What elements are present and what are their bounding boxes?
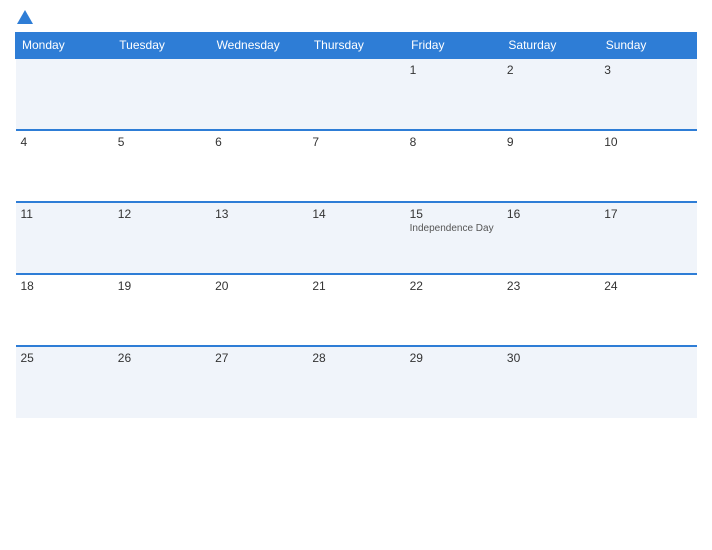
calendar-cell: 2 [502,58,599,130]
calendar-cell [16,58,113,130]
weekday-header-saturday: Saturday [502,33,599,59]
day-number: 17 [604,207,691,221]
day-number: 1 [410,63,497,77]
day-number: 18 [21,279,108,293]
calendar-cell: 6 [210,130,307,202]
calendar-cell [210,58,307,130]
weekday-header-sunday: Sunday [599,33,696,59]
weekday-header-friday: Friday [405,33,502,59]
day-number: 10 [604,135,691,149]
weekday-header-thursday: Thursday [307,33,404,59]
calendar-cell: 26 [113,346,210,418]
calendar-cell: 10 [599,130,696,202]
day-number: 25 [21,351,108,365]
week-row-2: 456789 10 [16,130,697,202]
day-number: 6 [215,135,302,149]
calendar-cell: 23 [502,274,599,346]
calendar-cell: 14 [307,202,404,274]
calendar-container: MondayTuesdayWednesdayThursdayFridaySatu… [0,0,712,550]
calendar-header [15,10,697,24]
day-number: 8 [410,135,497,149]
holiday-label: Independence Day [410,223,497,234]
weekday-header-row: MondayTuesdayWednesdayThursdayFridaySatu… [16,33,697,59]
calendar-cell: 18 [16,274,113,346]
calendar-cell: 19 [113,274,210,346]
calendar-cell: 9 [502,130,599,202]
calendar-cell [307,58,404,130]
calendar-cell: 21 [307,274,404,346]
day-number: 5 [118,135,205,149]
weekday-header-monday: Monday [16,33,113,59]
week-row-1: 123 [16,58,697,130]
calendar-cell: 25 [16,346,113,418]
day-number: 23 [507,279,594,293]
day-number: 30 [507,351,594,365]
calendar-cell: 15 Independence Day [405,202,502,274]
day-number: 2 [507,63,594,77]
day-number: 13 [215,207,302,221]
calendar-cell: 5 [113,130,210,202]
day-number: 26 [118,351,205,365]
day-number: 29 [410,351,497,365]
calendar-cell: 12 [113,202,210,274]
calendar-cell: 3 [599,58,696,130]
day-number: 22 [410,279,497,293]
day-number: 28 [312,351,399,365]
calendar-cell: 27 [210,346,307,418]
day-number: 19 [118,279,205,293]
week-row-5: 25 26 27 28 29 30 [16,346,697,418]
calendar-cell: 17 [599,202,696,274]
calendar-cell: 29 [405,346,502,418]
calendar-cell: 22 [405,274,502,346]
day-number: 4 [21,135,108,149]
day-number: 11 [21,207,108,221]
calendar-table: MondayTuesdayWednesdayThursdayFridaySatu… [15,32,697,418]
calendar-cell [113,58,210,130]
calendar-cell: 24 [599,274,696,346]
day-number: 15 [410,207,497,221]
day-number: 16 [507,207,594,221]
weekday-header-tuesday: Tuesday [113,33,210,59]
day-number: 7 [312,135,399,149]
day-number: 27 [215,351,302,365]
day-number: 9 [507,135,594,149]
calendar-cell: 16 [502,202,599,274]
weekday-header-wednesday: Wednesday [210,33,307,59]
day-number: 24 [604,279,691,293]
calendar-cell: 28 [307,346,404,418]
calendar-cell: 1 [405,58,502,130]
day-number: 3 [604,63,691,77]
calendar-cell: 7 [307,130,404,202]
calendar-cell: 20 [210,274,307,346]
day-number: 20 [215,279,302,293]
calendar-cell: 4 [16,130,113,202]
calendar-cell: 8 [405,130,502,202]
logo-triangle-icon [17,10,33,24]
day-number: 14 [312,207,399,221]
calendar-cell [599,346,696,418]
logo [15,10,33,24]
calendar-cell: 11 [16,202,113,274]
calendar-cell: 13 [210,202,307,274]
week-row-3: 11 12 13 14 15 Independence Day 16 17 [16,202,697,274]
day-number: 12 [118,207,205,221]
week-row-4: 18 19 20 21 22 23 24 [16,274,697,346]
day-number: 21 [312,279,399,293]
calendar-cell: 30 [502,346,599,418]
